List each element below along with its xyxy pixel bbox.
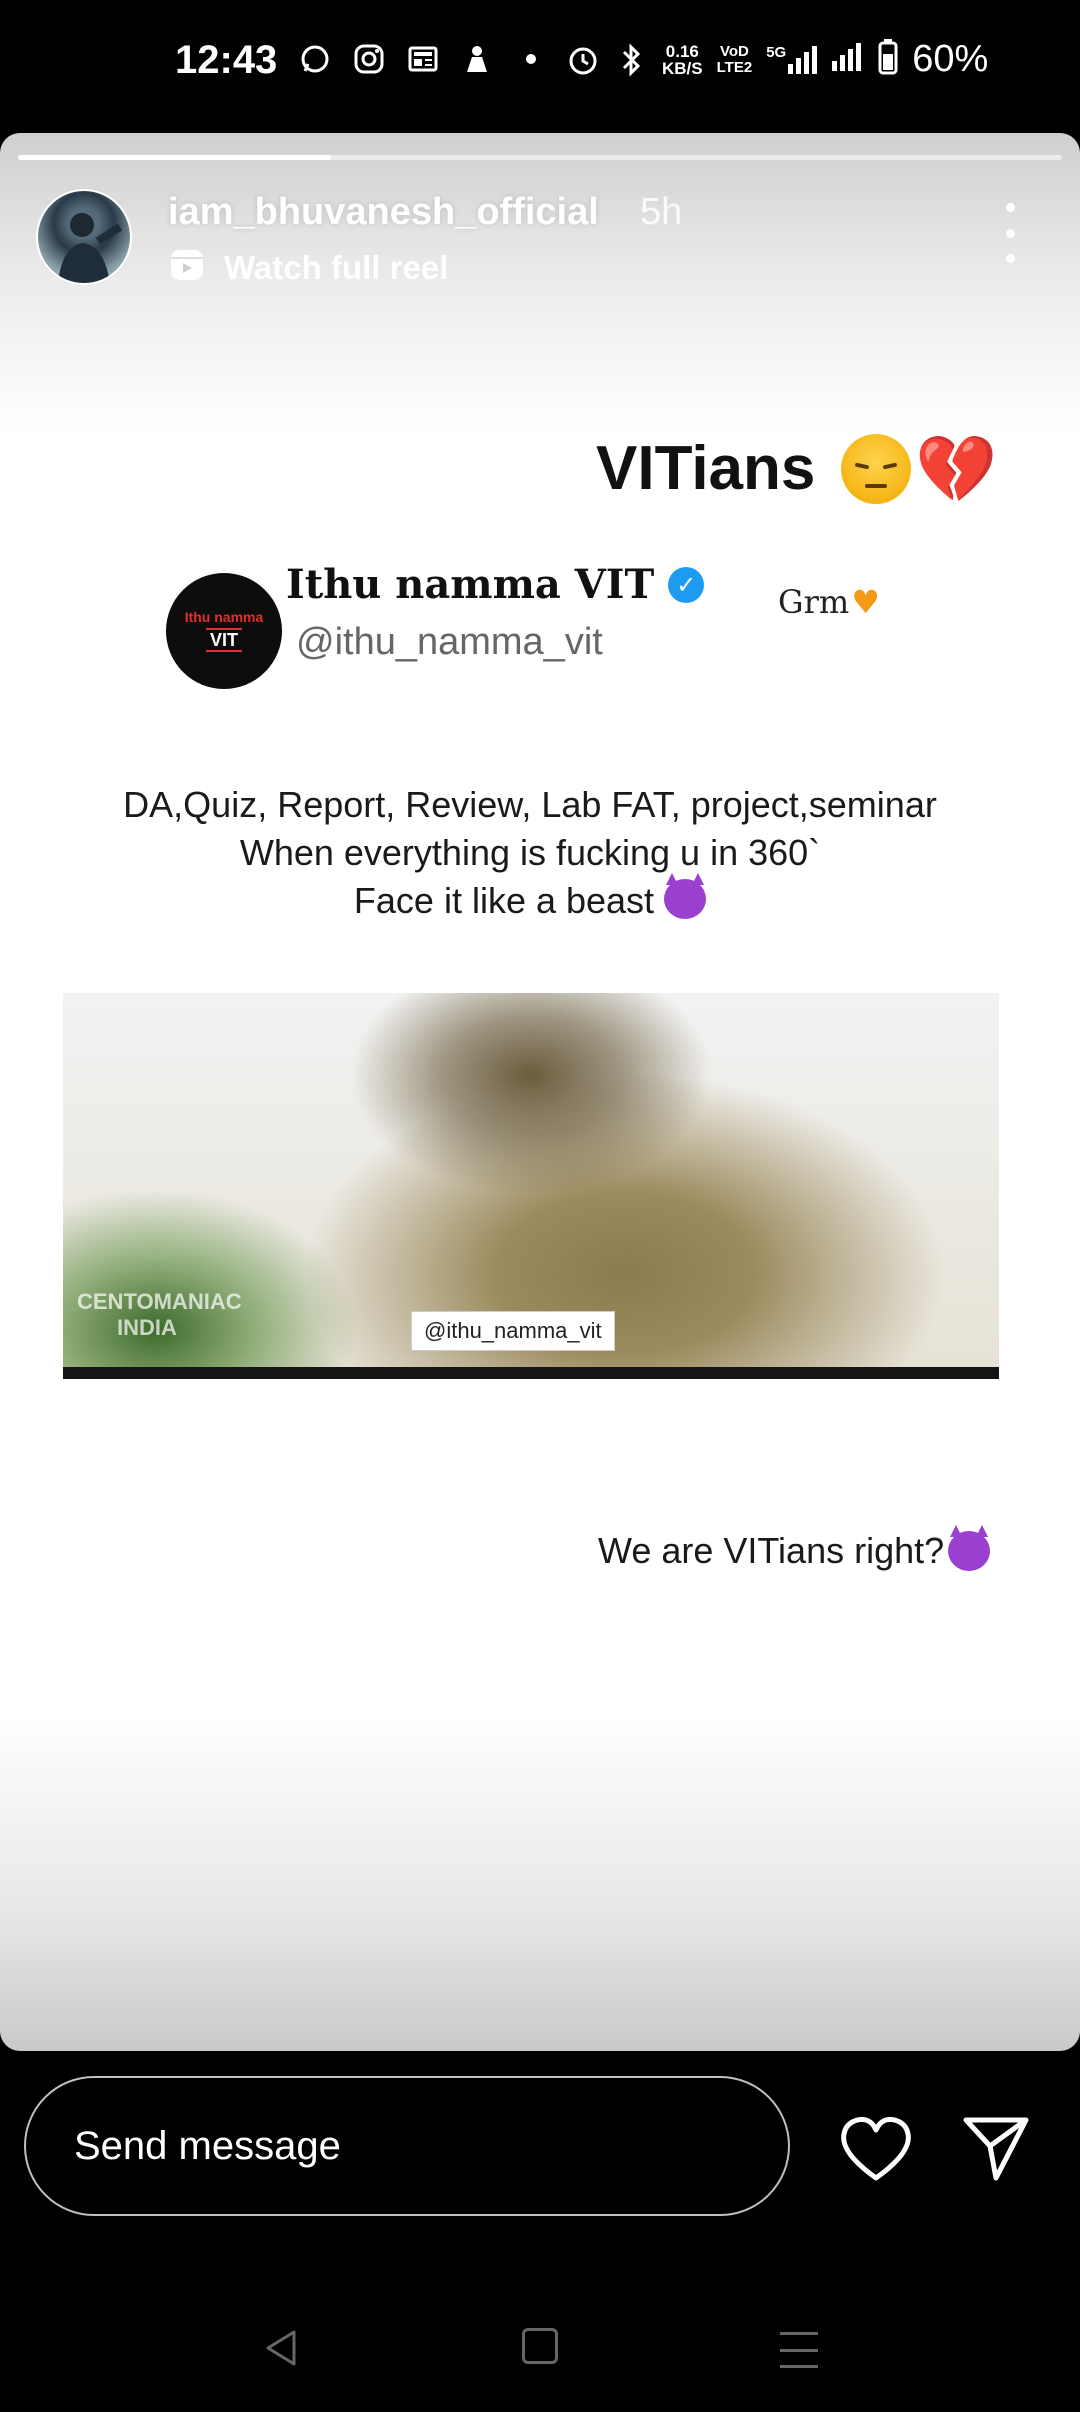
tweet-name-text: Ithu namma VIT xyxy=(286,561,655,608)
video-bottom-bar xyxy=(63,1367,999,1379)
avatar[interactable] xyxy=(36,189,132,285)
tweet-side-note: Grm ♥ xyxy=(778,583,880,621)
tweet-avatar: Ithu namma VIT xyxy=(166,573,282,689)
volte-indicator: VoD LTE2 xyxy=(716,42,753,76)
net-speed-unit: KB/S xyxy=(662,58,703,78)
news-icon xyxy=(406,42,440,76)
tweet-name: Ithu namma VIT ✓ xyxy=(286,561,705,608)
whatsapp-icon xyxy=(298,42,332,76)
send-icon xyxy=(963,2117,1029,2181)
nav-back-button[interactable] xyxy=(262,2328,302,2368)
battery-percent: 60% xyxy=(912,38,989,80)
reel-icon xyxy=(168,245,206,291)
story-progress-fill xyxy=(18,155,332,160)
alarm-icon xyxy=(566,43,600,77)
story-progress-bar xyxy=(18,155,1062,160)
heart-icon xyxy=(841,2117,911,2181)
send-message-input[interactable]: Send message xyxy=(24,2076,790,2216)
video-frame[interactable]: CENTOMANIAC INDIA @ithu_namma_vit xyxy=(63,993,999,1381)
caption-text: We are VITians right? xyxy=(598,1530,945,1571)
story-time-ago: 5h xyxy=(640,191,683,233)
side-note-text: Grm xyxy=(778,583,850,621)
story-viewer[interactable]: iam_bhuvanesh_official 5h Watch full ree… xyxy=(0,133,1080,2051)
watch-full-reel-link[interactable]: Watch full reel xyxy=(168,245,448,291)
smiling-devil-icon xyxy=(948,1525,991,1571)
pensive-face-icon xyxy=(841,433,912,504)
watermark-line-1: CENTOMANIAC xyxy=(77,1289,242,1314)
story-username[interactable]: iam_bhuvanesh_official xyxy=(168,191,599,234)
quote-line-3-wrap: Face it like a beast xyxy=(60,873,1000,925)
dot-icon xyxy=(514,42,548,76)
video-watermark: CENTOMANIAC INDIA xyxy=(77,1289,242,1341)
back-triangle-icon xyxy=(266,2330,296,2366)
battery-icon xyxy=(878,39,898,80)
more-vertical-icon xyxy=(1005,203,1015,212)
notification-icons xyxy=(298,42,548,76)
net-speed: 0.16 KB/S xyxy=(662,43,703,77)
story-title: VITians 💔 xyxy=(596,433,998,504)
tweet-avatar-top: Ithu namma xyxy=(184,609,264,625)
system-navigation-bar xyxy=(0,2290,1080,2412)
tweet-text: DA,Quiz, Report, Review, Lab FAT, projec… xyxy=(60,781,1000,925)
net-speed-value: 0.16 xyxy=(665,41,699,61)
smiling-devil-icon xyxy=(664,873,707,919)
tweet-handle: @ithu_namma_vit xyxy=(296,621,603,663)
signal-5g-icon: 5G xyxy=(766,44,818,76)
signal-icon xyxy=(832,41,864,78)
quote-line-3: Face it like a beast xyxy=(353,880,655,921)
watermark-line-2: INDIA xyxy=(117,1315,177,1340)
quote-line-2: When everything is fucking u in 360` xyxy=(239,832,821,873)
story-caption: We are VITians right? xyxy=(598,1525,991,1572)
nav-home-button[interactable] xyxy=(522,2328,558,2364)
watch-full-reel-label: Watch full reel xyxy=(224,249,449,286)
send-story-button[interactable] xyxy=(960,2112,1032,2184)
network-type: 5G xyxy=(766,43,787,61)
status-time: 12:43 xyxy=(175,38,278,82)
app-notification-icon xyxy=(460,42,494,76)
video-handle-tag: @ithu_namma_vit xyxy=(411,1311,615,1351)
bluetooth-icon xyxy=(614,42,648,77)
story-title-text: VITians xyxy=(596,434,816,503)
tweet-avatar-bottom: VIT xyxy=(205,628,242,652)
nav-recents-button[interactable] xyxy=(780,2332,818,2368)
status-bar: 12:43 0.16 KB/S VoD LTE2 5G 60% xyxy=(0,0,1080,130)
system-icons: 0.16 KB/S VoD LTE2 5G 60% xyxy=(566,38,988,81)
volte-top: VoD xyxy=(719,42,749,60)
verified-badge-icon: ✓ xyxy=(668,566,705,603)
instagram-icon xyxy=(352,42,386,76)
more-options-button[interactable] xyxy=(990,203,1030,263)
broken-heart-icon: 💔 xyxy=(915,431,998,506)
volte-bottom: LTE2 xyxy=(716,58,753,76)
orange-heart-icon: ♥ xyxy=(851,583,880,621)
send-message-placeholder: Send message xyxy=(74,2124,341,2168)
like-button[interactable] xyxy=(838,2114,914,2184)
quote-line-1: DA,Quiz, Report, Review, Lab FAT, projec… xyxy=(123,784,937,825)
